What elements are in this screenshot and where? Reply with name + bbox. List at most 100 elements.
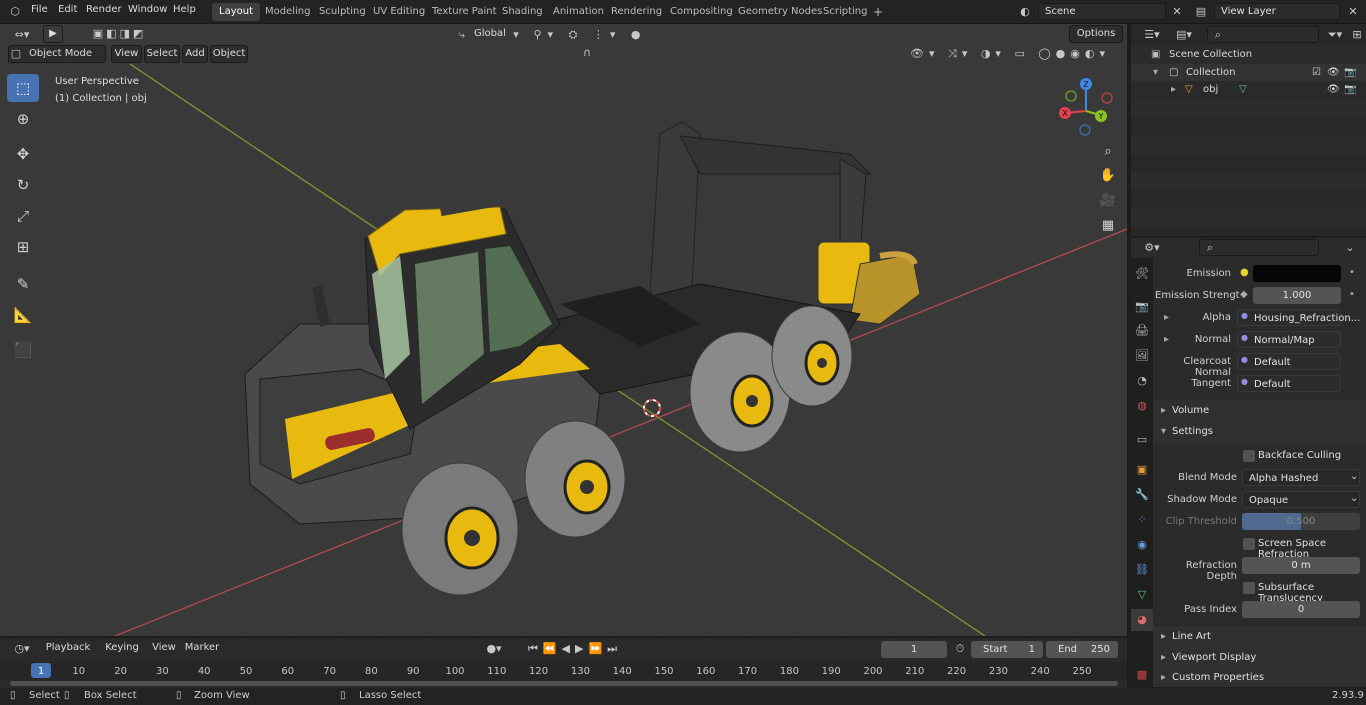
camera-view-icon[interactable]: 🎥	[1097, 190, 1119, 212]
menu-edit[interactable]: Edit	[58, 4, 77, 15]
expand-icon[interactable]: ▾	[1153, 64, 1158, 82]
emission-strength-field[interactable]: 1.000	[1253, 287, 1341, 304]
expand-icon[interactable]: ▸	[1171, 81, 1176, 99]
tab-view-layer-icon[interactable]: 🖼	[1131, 345, 1153, 367]
screen-space-refraction-checkbox[interactable]	[1243, 538, 1255, 550]
tab-object-icon[interactable]: ▣	[1131, 459, 1153, 481]
normal-input-link[interactable]: Normal/Map	[1237, 331, 1341, 348]
tab-tool-icon[interactable]: 🛠	[1131, 263, 1153, 285]
tangent-input[interactable]: Default	[1237, 375, 1341, 392]
scene-field[interactable]: Scene	[1038, 3, 1166, 20]
move-tool-icon[interactable]: ✥	[7, 140, 39, 168]
mesh-data-icon[interactable]: ▽	[1239, 81, 1247, 99]
tab-texture-icon[interactable]: ▩	[1131, 664, 1153, 686]
stopwatch-icon[interactable]: ⏱	[952, 640, 968, 658]
scene-selector-icon[interactable]: ◐	[1014, 3, 1036, 21]
tab-physics-icon[interactable]: ◉	[1131, 534, 1153, 556]
clearcoat-normal-input[interactable]: Default	[1237, 353, 1341, 370]
line-art-section-header[interactable]: ▸ Line Art	[1153, 626, 1366, 647]
zoom-view-icon[interactable]: ⌕	[1097, 141, 1119, 163]
marker-menu[interactable]: Marker	[183, 640, 221, 658]
tab-constraints-icon[interactable]: ⛓	[1131, 559, 1153, 581]
visibility-eye-icon[interactable]: 👁	[1327, 81, 1340, 99]
options-button[interactable]: Options	[1069, 25, 1123, 43]
viewport-display-section-header[interactable]: ▸ Viewport Display	[1153, 647, 1366, 667]
rotate-tool-icon[interactable]: ↻	[7, 171, 39, 199]
properties-editor-icon[interactable]: ⚙▾	[1139, 239, 1165, 257]
select-box-tool-icon[interactable]: ⬚	[7, 74, 39, 102]
tab-layout[interactable]: Layout	[212, 3, 260, 21]
start-frame-field[interactable]: Start 1	[971, 641, 1043, 658]
refraction-depth-field[interactable]: 0 m	[1242, 557, 1360, 574]
outliner-editor-icon[interactable]: ☰▾	[1139, 26, 1165, 44]
close-view-layer-icon[interactable]: ✕	[1344, 3, 1362, 21]
outliner-row-collection[interactable]: ▾ ▢ Collection ☑ 👁 📷	[1131, 64, 1366, 82]
tab-geometry-nodes[interactable]: Geometry Nodes	[731, 3, 829, 21]
timeline-scrollbar[interactable]	[10, 681, 1118, 686]
tab-sculpting[interactable]: Sculpting	[312, 3, 373, 21]
select-tool-icon[interactable]: ▶	[43, 25, 63, 43]
playback-menu[interactable]: Playback	[40, 640, 96, 658]
menu-render[interactable]: Render	[86, 4, 122, 15]
transform-orientation-dropdown[interactable]: Global	[474, 28, 506, 39]
menu-help[interactable]: Help	[173, 4, 196, 15]
alpha-input-link[interactable]: Housing_Refraction...	[1237, 309, 1360, 326]
object-mode-dropdown[interactable]: Object Mode	[8, 45, 106, 63]
editor-type-icon[interactable]: ⇔▾	[8, 26, 36, 44]
add-cube-tool-icon[interactable]: ⬛	[7, 336, 39, 364]
end-frame-field[interactable]: End 250	[1046, 641, 1118, 658]
settings-section-header[interactable]: ▾ Settings	[1153, 421, 1366, 443]
tab-shading[interactable]: Shading	[495, 3, 550, 21]
current-frame-field[interactable]: 1	[881, 641, 947, 658]
menu-file[interactable]: File	[31, 4, 48, 15]
emission-color-swatch[interactable]	[1253, 265, 1341, 282]
tab-rendering[interactable]: Rendering	[604, 3, 669, 21]
tab-uv-editing[interactable]: UV Editing	[366, 3, 432, 21]
shading-toolbar-icons[interactable]: 👁▾ ⤨▾ ◑▾ ▭ ◯●◉◐▾	[900, 45, 1120, 63]
3d-viewport[interactable]: ⇔▾ ▶ ▣◧◨◩ ⤷ Global ▾ ⚲▾ ⛭ ⋮▾ ● ∩ Options…	[0, 24, 1127, 636]
annotate-tool-icon[interactable]: ✎	[7, 270, 39, 298]
tab-render-icon[interactable]: 📷	[1131, 296, 1153, 318]
pan-view-icon[interactable]: ✋	[1097, 165, 1119, 187]
volume-section-header[interactable]: ▸ Volume	[1153, 400, 1366, 422]
tab-scene-icon[interactable]: ◔	[1131, 370, 1153, 392]
playback-controls-icons[interactable]: ⏮⏪◀▶⏩⏭	[520, 640, 630, 658]
keyframe-dot-icon[interactable]: •	[1349, 267, 1355, 278]
cursor-tool-icon[interactable]: ⊕	[7, 105, 39, 133]
chevron-down-icon[interactable]: ⌄	[1341, 239, 1359, 257]
properties-search-input[interactable]	[1199, 239, 1319, 256]
ortho-toggle-icon[interactable]: ▦	[1097, 215, 1119, 237]
view-layer-field[interactable]: View Layer	[1214, 3, 1340, 20]
keyframe-dot-icon[interactable]: •	[1349, 289, 1355, 300]
transform-tool-icon[interactable]: ⊞	[7, 233, 39, 261]
tab-world-icon[interactable]: ◍	[1131, 395, 1153, 417]
new-collection-icon[interactable]: ⊞	[1349, 26, 1365, 44]
navigation-gizmo[interactable]: Z Y X	[1055, 76, 1117, 138]
view-menu[interactable]: View	[150, 640, 178, 658]
render-camera-icon[interactable]: 📷	[1344, 81, 1356, 99]
blend-mode-dropdown[interactable]: Alpha Hashed	[1242, 469, 1360, 486]
subsurface-translucency-checkbox[interactable]	[1243, 582, 1255, 594]
record-icon[interactable]: ●▾	[480, 640, 508, 658]
shadow-mode-dropdown[interactable]: Opaque	[1242, 491, 1360, 508]
visibility-eye-icon[interactable]: 👁	[1327, 64, 1340, 82]
keying-menu[interactable]: Keying	[98, 640, 146, 658]
menu-window[interactable]: Window	[128, 4, 167, 15]
outliner-row-scene-collection[interactable]: ▣ Scene Collection	[1131, 46, 1366, 64]
menu-object[interactable]: Object	[210, 45, 248, 63]
tab-modeling[interactable]: Modeling	[258, 3, 318, 21]
tab-collection-icon[interactable]: ▭	[1131, 429, 1153, 451]
exclude-checkbox-icon[interactable]: ☑	[1312, 64, 1321, 82]
tab-texture-paint[interactable]: Texture Paint	[425, 3, 504, 21]
backface-culling-checkbox[interactable]	[1243, 450, 1255, 462]
measure-tool-icon[interactable]: 📐	[7, 301, 39, 329]
tab-data-icon[interactable]: ▽	[1131, 584, 1153, 606]
blender-logo-icon[interactable]: ⬡	[6, 3, 24, 21]
tab-animation[interactable]: Animation	[546, 3, 611, 21]
menu-view[interactable]: View	[111, 45, 142, 63]
pass-index-field[interactable]: 0	[1242, 601, 1360, 618]
custom-properties-section-header[interactable]: ▸ Custom Properties	[1153, 667, 1366, 687]
add-workspace-button[interactable]: +	[866, 3, 890, 21]
timeline-editor-icon[interactable]: ◷▾	[8, 640, 36, 658]
render-camera-icon[interactable]: 📷	[1344, 64, 1356, 82]
